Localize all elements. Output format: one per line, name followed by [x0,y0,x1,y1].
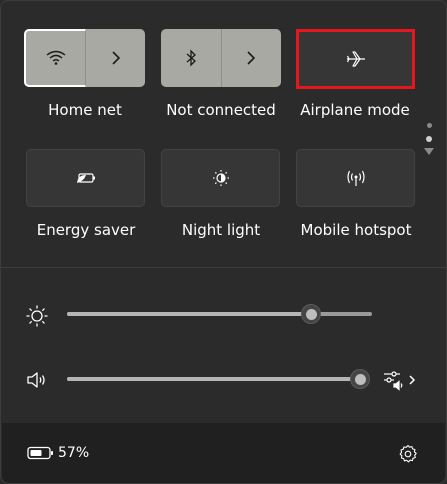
chevron-right-icon [111,51,121,65]
wifi-toggle[interactable] [24,29,86,87]
brightness-icon [25,304,49,328]
energy-saver-tile-label: Energy saver [36,221,136,239]
quick-settings-panel: Home net Not connected Airplane mode Ene… [0,0,447,484]
mobile-hotspot-icon [346,169,366,187]
sound-mixer-icon [382,368,418,392]
volume-icon[interactable] [25,369,49,391]
chevron-down-icon [424,148,434,156]
bluetooth-expand-button[interactable] [221,29,281,87]
mobile-hotspot-tile[interactable] [296,149,415,207]
brightness-slider[interactable] [67,312,372,316]
volume-slider-fill [67,377,360,381]
brightness-slider-thumb[interactable] [301,304,321,324]
footer-bar: 57% [2,423,445,483]
bluetooth-tile [161,29,281,87]
wifi-icon [46,50,66,66]
page-indicator[interactable] [422,121,436,167]
chevron-right-icon [246,51,256,65]
night-light-tile[interactable] [161,149,280,207]
battery-icon[interactable] [27,446,55,460]
bluetooth-toggle[interactable] [161,29,222,87]
battery-percent[interactable]: 57% [58,444,89,462]
highlight-box [296,29,415,89]
divider [1,267,446,268]
settings-button[interactable] [398,444,418,464]
gear-icon [398,444,418,464]
bluetooth-icon [185,49,197,67]
night-light-tile-label: Night light [181,221,261,239]
wifi-tile [24,29,145,87]
page-dot-icon [426,123,432,128]
page-dot-active-icon [426,136,432,142]
audio-output-button[interactable] [382,368,418,392]
brightness-slider-fill [67,312,311,316]
wifi-tile-label: Home net [48,101,122,119]
energy-saver-tile[interactable] [26,149,145,207]
mobile-hotspot-tile-label: Mobile hotspot [300,221,412,239]
wifi-expand-button[interactable] [86,29,145,87]
night-light-icon [211,168,231,188]
volume-slider-thumb[interactable] [350,369,370,389]
energy-saver-icon [75,170,97,186]
bluetooth-tile-label: Not connected [166,101,276,119]
airplane-mode-tile-label: Airplane mode [300,101,410,119]
volume-slider[interactable] [67,377,360,381]
